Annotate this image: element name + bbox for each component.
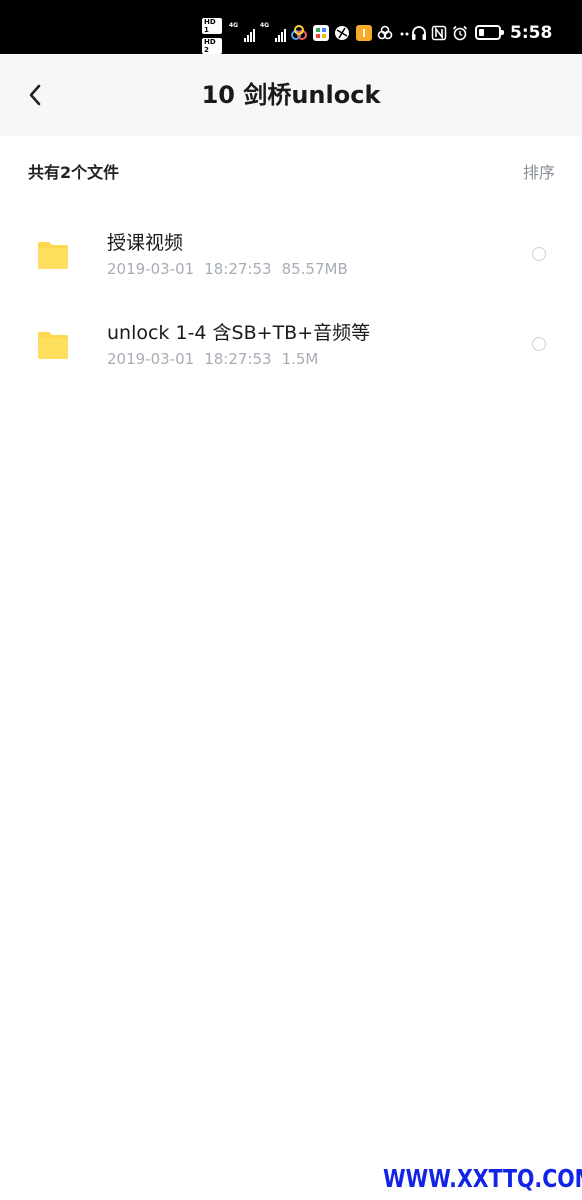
list-item[interactable]: 授课视频 2019-03-01 18:27:53 85.57MB xyxy=(0,209,582,299)
file-count-label: 共有2个文件 xyxy=(28,163,120,182)
page-title: 10 剑桥unlock xyxy=(201,81,381,109)
signal-strength-icon: 4G xyxy=(229,22,255,42)
headphones-icon xyxy=(412,26,426,40)
app-grid-icon xyxy=(313,25,329,41)
browser-icon xyxy=(335,26,349,40)
file-size: 1.5M xyxy=(281,350,319,368)
file-name: 授课视频 xyxy=(107,232,184,254)
file-meta: 2019-03-01 18:27:53 1.5M xyxy=(107,349,328,369)
signal-strength-icon-2: 4G xyxy=(260,22,286,42)
summary-row: 共有2个文件 排序 xyxy=(0,136,582,212)
file-size: 85.57MB xyxy=(281,260,348,278)
alarm-icon xyxy=(452,25,468,41)
baidu-netdisk-icon xyxy=(291,25,307,40)
folder-icon xyxy=(38,332,68,359)
file-list: 授课视频 2019-03-01 18:27:53 85.57MB unlock 1-… xyxy=(0,209,582,389)
folder-icon xyxy=(38,242,68,269)
status-clock: 5:58 xyxy=(510,23,553,43)
file-date: 2019-03-01 xyxy=(107,350,195,368)
battery-icon xyxy=(475,25,504,40)
file-meta: 2019-03-01 18:27:53 85.57MB xyxy=(107,259,358,279)
hd1-badge: HD 1 xyxy=(202,18,222,34)
cloud-link-icon xyxy=(377,25,393,40)
file-date: 2019-03-01 xyxy=(107,260,195,278)
notification-app-icon xyxy=(356,25,372,41)
list-item[interactable]: unlock 1-4 含SB+TB+音频等 2019-03-01 18:27:53… xyxy=(0,299,582,389)
watermark: WWW.XXTTQ.COM xyxy=(383,1164,582,1193)
nfc-icon xyxy=(431,25,447,41)
file-name: unlock 1-4 含SB+TB+音频等 xyxy=(107,322,371,344)
app-header: 10 剑桥unlock xyxy=(0,54,582,136)
hd-indicator: HD 1 HD 2 xyxy=(202,18,226,54)
hd2-badge: HD 2 xyxy=(202,38,222,54)
file-time: 18:27:53 xyxy=(204,260,272,278)
select-radio[interactable] xyxy=(532,337,546,351)
select-radio[interactable] xyxy=(532,247,546,261)
sort-button[interactable]: 排序 xyxy=(523,162,555,184)
file-time: 18:27:53 xyxy=(204,350,272,368)
status-bar: HD 1 HD 2 4G 4G 5:58 xyxy=(0,0,582,54)
